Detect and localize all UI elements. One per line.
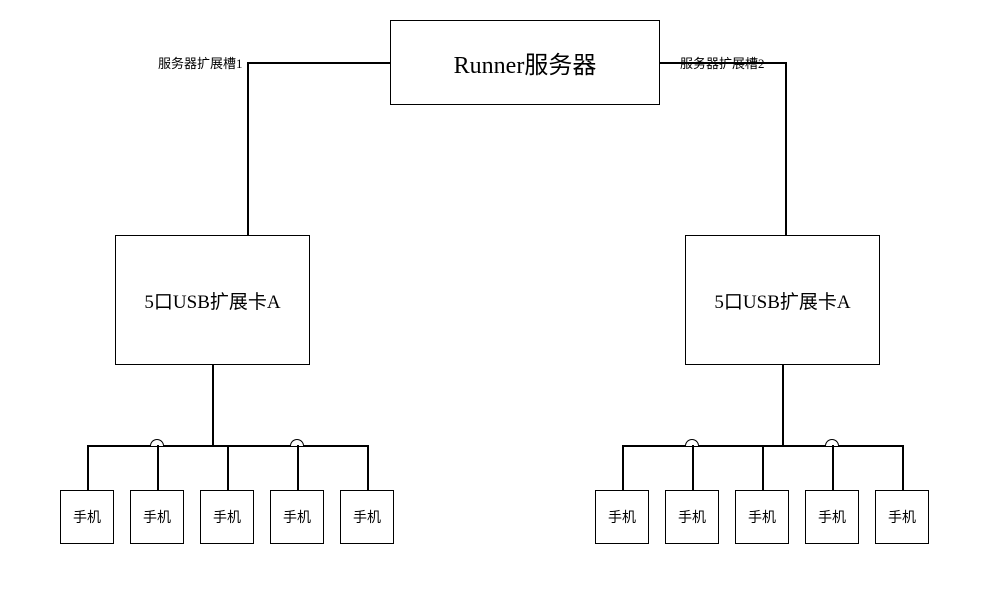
connector [157, 445, 159, 490]
phone-box: 手机 [60, 490, 114, 544]
usb-right-label: 5口USB扩展卡A [714, 287, 850, 314]
connector [902, 445, 904, 490]
phone-label: 手机 [73, 507, 101, 527]
phone-box: 手机 [665, 490, 719, 544]
connector [762, 445, 764, 490]
phone-label: 手机 [213, 507, 241, 527]
phone-box: 手机 [130, 490, 184, 544]
connector [227, 445, 229, 490]
slot1-label: 服务器扩展槽1 [158, 53, 243, 72]
phone-label: 手机 [353, 507, 381, 527]
usb-left-label: 5口USB扩展卡A [144, 287, 280, 314]
phone-box: 手机 [595, 490, 649, 544]
connector [212, 365, 214, 445]
connector [782, 365, 784, 445]
connector [297, 445, 299, 490]
usb-extension-a-left: 5口USB扩展卡A [115, 235, 310, 365]
phone-label: 手机 [283, 507, 311, 527]
usb-extension-a-right: 5口USB扩展卡A [685, 235, 880, 365]
phone-box: 手机 [805, 490, 859, 544]
connector [692, 445, 694, 490]
phone-box: 手机 [270, 490, 324, 544]
phone-box: 手机 [200, 490, 254, 544]
connector [247, 62, 390, 64]
server-title: Runner服务器 [454, 45, 597, 80]
connector [87, 445, 89, 490]
connector [660, 62, 786, 64]
phone-label: 手机 [748, 507, 776, 527]
connector [785, 62, 787, 235]
connector [247, 62, 249, 235]
connector [832, 445, 834, 490]
phone-label: 手机 [143, 507, 171, 527]
connector [622, 445, 624, 490]
connector [367, 445, 369, 490]
phone-box: 手机 [875, 490, 929, 544]
phone-label: 手机 [888, 507, 916, 527]
server-box: Runner服务器 [390, 20, 660, 105]
phone-label: 手机 [678, 507, 706, 527]
phone-box: 手机 [735, 490, 789, 544]
phone-box: 手机 [340, 490, 394, 544]
phone-label: 手机 [608, 507, 636, 527]
phone-label: 手机 [818, 507, 846, 527]
